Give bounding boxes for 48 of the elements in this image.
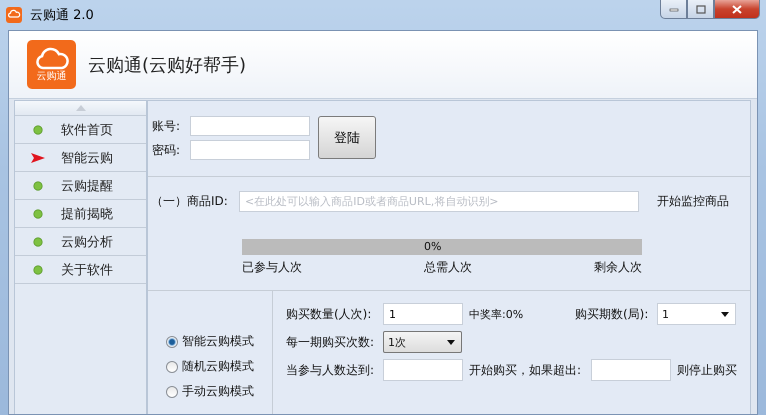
close-icon bbox=[732, 4, 742, 14]
sidebar-item[interactable]: 软件首页 bbox=[15, 116, 146, 144]
sidebar-item[interactable]: 智能云购 bbox=[15, 144, 146, 172]
product-id-label: （一）商品ID: bbox=[151, 193, 229, 210]
cloud-icon bbox=[34, 46, 68, 70]
stat-label: 已参与人次 bbox=[242, 259, 302, 276]
stop-count-field[interactable] bbox=[591, 359, 671, 381]
caret-icon bbox=[721, 312, 729, 316]
product-id-field[interactable]: <在此处可以输入商品ID或者商品URL,将自动识别> bbox=[239, 191, 639, 212]
password-label: 密码: bbox=[152, 142, 182, 158]
start-count-field[interactable] bbox=[383, 359, 463, 381]
caret-icon bbox=[447, 340, 455, 344]
close-button[interactable] bbox=[714, 0, 760, 19]
minimize-icon bbox=[668, 6, 678, 12]
threshold-label: 当参与人数达到: bbox=[286, 362, 376, 378]
mode-radio[interactable]: 随机云购模式 bbox=[166, 358, 272, 375]
logo-text: 云购通 bbox=[36, 70, 66, 82]
sidebar-item[interactable]: 云购分析 bbox=[15, 228, 146, 256]
password-field[interactable] bbox=[190, 140, 310, 160]
account-label: 账号: bbox=[152, 118, 182, 134]
scroll-up-button[interactable] bbox=[15, 101, 146, 116]
app-icon bbox=[6, 7, 22, 23]
window-title: 云购通 2.0 bbox=[30, 7, 94, 24]
stat-label: 总需人次 bbox=[424, 259, 472, 276]
mode-radio[interactable]: 手动云购模式 bbox=[166, 383, 272, 400]
account-field[interactable] bbox=[190, 116, 310, 136]
up-triangle-icon bbox=[76, 105, 86, 111]
quantity-label: 购买数量(人次): bbox=[286, 306, 372, 322]
maximize-icon bbox=[696, 4, 706, 14]
exceed-label: 开始购买，如果超出: bbox=[469, 362, 582, 378]
sidebar-item[interactable]: 云购提醒 bbox=[15, 172, 146, 200]
app-heading: 云购通(云购好帮手) bbox=[88, 54, 246, 76]
times-label: 每一期购买次数: bbox=[286, 334, 376, 350]
login-button[interactable]: 登陆 bbox=[318, 116, 376, 159]
progress-reading: 0% bbox=[424, 240, 442, 253]
periods-dropdown[interactable]: 1 bbox=[657, 303, 736, 325]
periods-label: 购买期数(局): bbox=[575, 306, 650, 322]
sidebar-item[interactable]: 关于软件 bbox=[15, 256, 146, 284]
start-monitor-link[interactable]: 开始监控商品 bbox=[657, 193, 729, 210]
win-rate-text: 中奖率:0% bbox=[469, 306, 524, 322]
maximize-button[interactable] bbox=[687, 0, 714, 19]
times-dropdown[interactable]: 1次 bbox=[383, 331, 462, 353]
mode-radio[interactable]: 智能云购模式 bbox=[166, 333, 272, 350]
quantity-field[interactable]: 1 bbox=[383, 303, 463, 325]
stat-label: 剩余人次 bbox=[594, 259, 642, 276]
minimize-button[interactable] bbox=[660, 0, 687, 19]
sidebar-item[interactable]: 提前揭晓 bbox=[15, 200, 146, 228]
stop-label: 则停止购买 bbox=[677, 362, 737, 378]
